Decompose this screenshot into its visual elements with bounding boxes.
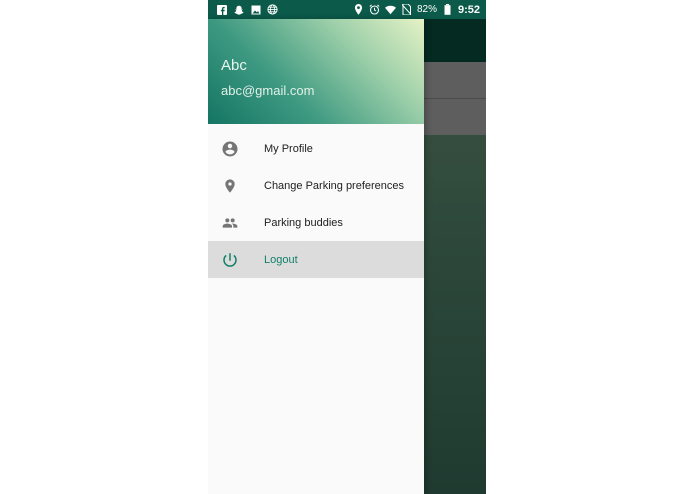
wifi-icon (384, 4, 396, 15)
status-time: 9:52 (457, 3, 480, 16)
power-icon (220, 250, 240, 270)
navigation-drawer: Abc abc@gmail.com My Profile Change Park… (208, 19, 424, 494)
app-card (424, 99, 486, 135)
snapchat-icon (233, 4, 244, 15)
battery-percent: 82% (416, 4, 437, 15)
facebook-icon (216, 4, 227, 15)
drawer-menu: My Profile Change Parking preferences Pa… (208, 130, 424, 278)
location-pin-icon (220, 176, 240, 196)
people-icon (220, 213, 240, 233)
globe-icon (267, 4, 278, 15)
menu-item-label: Logout (264, 253, 298, 266)
location-icon (353, 4, 364, 15)
menu-item-logout[interactable]: Logout (208, 241, 424, 278)
account-circle-icon (220, 139, 240, 159)
status-bar-notifications (216, 4, 278, 15)
app-toolbar (424, 19, 486, 62)
phone-screen: 82% 9:52 Abc abc@gmail.com My Profile Ch… (208, 0, 486, 494)
app-card (424, 62, 486, 99)
image-icon (250, 4, 261, 15)
alarm-icon (369, 4, 380, 15)
drawer-header: Abc abc@gmail.com (208, 19, 424, 124)
user-email: abc@gmail.com (221, 83, 315, 98)
status-bar-system: 82% 9:52 (353, 4, 480, 16)
menu-item-label: My Profile (264, 142, 313, 155)
menu-item-label: Parking buddies (264, 216, 343, 229)
menu-item-my-profile[interactable]: My Profile (208, 130, 424, 167)
no-sim-icon (401, 4, 412, 15)
menu-item-parking-buddies[interactable]: Parking buddies (208, 204, 424, 241)
menu-item-label: Change Parking preferences (264, 179, 405, 192)
battery-icon (442, 4, 453, 15)
user-name: Abc (221, 57, 247, 74)
status-bar: 82% 9:52 (208, 0, 486, 19)
menu-item-change-parking-preferences[interactable]: Change Parking preferences (208, 167, 424, 204)
